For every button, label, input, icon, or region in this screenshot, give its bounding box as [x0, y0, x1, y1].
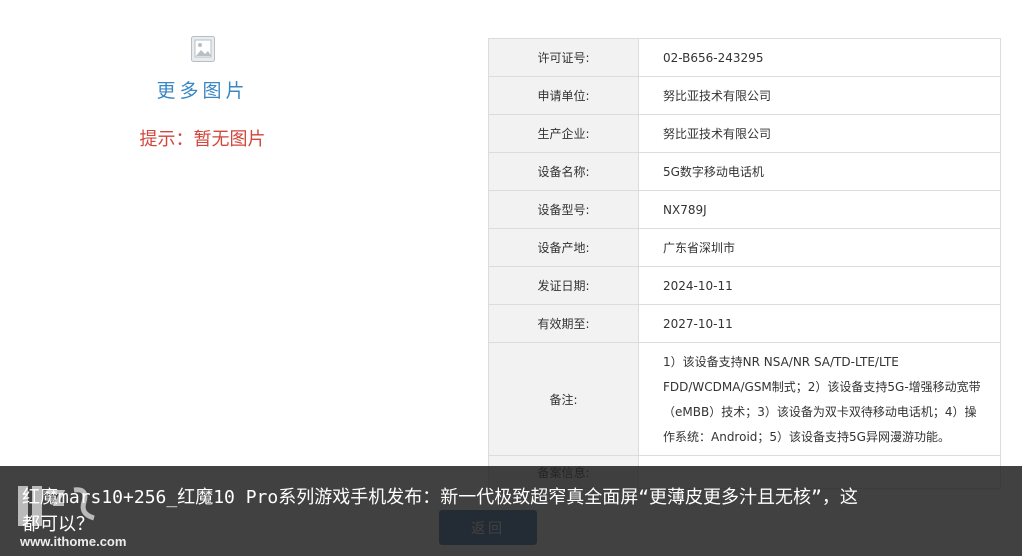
table-row: 设备名称: 5G数字移动电话机 [488, 152, 1001, 191]
table-row: 设备型号: NX789J [488, 190, 1001, 229]
row-label: 发证日期: [488, 266, 639, 305]
row-label: 有效期至: [488, 304, 639, 343]
row-value: 02-B656-243295 [638, 38, 1001, 77]
image-placeholder-icon [190, 36, 215, 62]
image-panel: 更多图片 提示：暂无图片 [100, 36, 305, 151]
table-row: 许可证号: 02-B656-243295 [488, 38, 1001, 77]
row-label: 生产企业: [488, 114, 639, 153]
row-value: 5G数字移动电话机 [638, 152, 1001, 191]
no-image-tip: 提示：暂无图片 [139, 129, 266, 150]
row-value: 广东省深圳市 [638, 228, 1001, 267]
row-value: 2027-10-11 [638, 304, 1001, 343]
row-value: 努比亚技术有限公司 [638, 76, 1001, 115]
row-label: 设备产地: [488, 228, 639, 267]
caption-overlay: 红魔mars10+256_红魔10 Pro系列游戏手机发布：新一代极致超窄真全面… [0, 466, 1022, 556]
row-label: 设备名称: [488, 152, 639, 191]
license-info-table: 许可证号: 02-B656-243295 申请单位: 努比亚技术有限公司 生产企… [488, 38, 1001, 489]
row-value: NX789J [638, 190, 1001, 229]
more-images-link[interactable]: 更多图片 [100, 76, 305, 103]
table-row: 有效期至: 2027-10-11 [488, 304, 1001, 343]
remarks-text: 1）该设备支持NR NSA/NR SA/TD-LTE/LTE FDD/WCDMA… [663, 355, 981, 444]
row-value: 1）该设备支持NR NSA/NR SA/TD-LTE/LTE FDD/WCDMA… [638, 342, 1001, 456]
row-value: 努比亚技术有限公司 [638, 114, 1001, 153]
table-row: 生产企业: 努比亚技术有限公司 [488, 114, 1001, 153]
table-row: 备注: 1）该设备支持NR NSA/NR SA/TD-LTE/LTE FDD/W… [488, 342, 1001, 456]
row-label: 备注: [488, 342, 639, 456]
row-label: 设备型号: [488, 190, 639, 229]
row-label: 许可证号: [488, 38, 639, 77]
row-label: 申请单位: [488, 76, 639, 115]
row-value: 2024-10-11 [638, 266, 1001, 305]
table-row: 发证日期: 2024-10-11 [488, 266, 1001, 305]
article-title: 红魔mars10+256_红魔10 Pro系列游戏手机发布：新一代极致超窄真全面… [22, 487, 858, 535]
watermark-url: www.ithome.com [20, 534, 127, 549]
table-row: 申请单位: 努比亚技术有限公司 [488, 76, 1001, 115]
table-row: 设备产地: 广东省深圳市 [488, 228, 1001, 267]
